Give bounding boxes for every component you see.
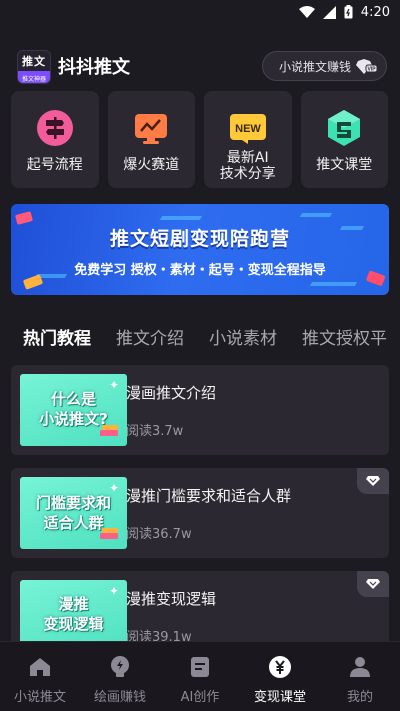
article-thumbnail: ✦ 门槛要求和 适合人群 bbox=[20, 477, 127, 549]
quick-link-account-setup[interactable]: 起号流程 bbox=[11, 91, 99, 188]
app-title: 抖抖推文 bbox=[58, 57, 130, 78]
quick-link-classroom[interactable]: 推文课堂 bbox=[300, 91, 388, 188]
nav-label: AI创作 bbox=[180, 690, 220, 705]
svg-text:NEW: NEW bbox=[235, 123, 261, 135]
quick-link-ai-tech[interactable]: NEW 最新AI 技术分享 bbox=[204, 91, 292, 188]
nav-label: 我的 bbox=[346, 690, 373, 705]
article-title: 漫推门槛要求和适合人群 bbox=[126, 487, 292, 505]
quick-link-label: 起号流程 bbox=[26, 157, 83, 173]
books-icon bbox=[99, 423, 121, 442]
content-tabs: 热门教程 推文介绍 小说素材 推文授权平 bbox=[0, 318, 400, 352]
nav-drawing-earn[interactable]: 绘画赚钱 bbox=[80, 642, 160, 711]
signal-icon bbox=[322, 5, 336, 19]
banner-title: 推文短剧变现陪跑营 bbox=[109, 228, 290, 250]
wifi-icon bbox=[298, 6, 315, 18]
status-time: 4:20 bbox=[360, 4, 390, 20]
nav-monetize-class[interactable]: 变现课堂 bbox=[240, 642, 320, 711]
home-icon bbox=[27, 654, 53, 680]
article-title: 漫推变现逻辑 bbox=[126, 590, 217, 608]
article-thumbnail: ✦ 什么是 小说推文? bbox=[20, 374, 127, 446]
thumb-text-line1: 什么是 bbox=[50, 390, 96, 408]
quick-link-label: 最新AI 技术分享 bbox=[204, 150, 292, 182]
tab-novel-material[interactable]: 小说素材 bbox=[209, 324, 277, 349]
yen-icon bbox=[267, 654, 293, 680]
thumb-text-line1: 漫推 bbox=[58, 595, 89, 613]
quick-link-label-line2: 技术分享 bbox=[219, 166, 276, 182]
logo-bottom-text: 推文神器 bbox=[18, 71, 50, 83]
battery-icon bbox=[344, 5, 353, 19]
tab-intro[interactable]: 推文介绍 bbox=[116, 324, 184, 349]
tab-license-platform[interactable]: 推文授权平 bbox=[302, 324, 387, 349]
books-icon bbox=[99, 526, 121, 545]
nav-ai-create[interactable]: AI创作 bbox=[160, 642, 240, 711]
earn-money-label: 小说推文赚钱 bbox=[279, 59, 352, 74]
classroom-hex-icon bbox=[324, 108, 364, 148]
person-icon bbox=[347, 654, 373, 680]
document-icon bbox=[187, 654, 213, 680]
banner-subtitle: 免费学习 授权・素材・起号・变现全程指导 bbox=[74, 263, 326, 278]
tab-hot-tutorials[interactable]: 热门教程 bbox=[23, 324, 91, 349]
vip-diamond-icon bbox=[357, 571, 389, 597]
logo-top-text: 推文 bbox=[22, 55, 46, 68]
app-logo: 推文 推文神器 bbox=[17, 50, 51, 84]
bottom-nav: 小说推文 绘画赚钱 AI创作 变现课堂 我的 bbox=[0, 641, 400, 711]
list-item[interactable]: ✦ 门槛要求和 适合人群 漫推门槛要求和适合人群 阅读36.7w bbox=[11, 468, 389, 558]
nav-label: 变现课堂 bbox=[253, 690, 306, 705]
quick-link-label: 推文课堂 bbox=[316, 157, 373, 173]
nav-label: 小说推文 bbox=[13, 690, 66, 705]
vip-badge-text: VIP bbox=[367, 67, 376, 73]
new-badge-icon: NEW bbox=[228, 108, 268, 148]
thumb-text-line2: 变现逻辑 bbox=[43, 615, 104, 633]
vip-diamond-icon bbox=[357, 468, 389, 494]
earn-money-button[interactable]: 小说推文赚钱 VIP bbox=[262, 51, 387, 81]
article-title: 漫画推文介绍 bbox=[126, 384, 217, 402]
quick-link-hot-track[interactable]: 爆火赛道 bbox=[107, 91, 195, 188]
quick-links: 起号流程 爆火赛道 NEW 最新AI 技术分享 推文课堂 bbox=[11, 91, 389, 188]
signpost-icon bbox=[35, 108, 75, 148]
quick-link-label: 爆火赛道 bbox=[123, 157, 180, 173]
trend-monitor-icon bbox=[131, 108, 171, 148]
app-header: 推文 推文神器 抖抖推文 小说推文赚钱 VIP bbox=[0, 44, 400, 88]
article-reads: 阅读3.7w bbox=[126, 424, 184, 439]
status-bar: 4:20 bbox=[0, 0, 400, 24]
bulb-icon bbox=[107, 654, 133, 680]
nav-novel-promo[interactable]: 小说推文 bbox=[0, 642, 80, 711]
thumb-text-line1: 门槛要求和 bbox=[35, 494, 111, 512]
nav-me[interactable]: 我的 bbox=[320, 642, 400, 711]
promo-banner[interactable]: 推文短剧变现陪跑营 免费学习 授权・素材・起号・变现全程指导 bbox=[11, 204, 389, 295]
quick-link-label-line1: 最新AI bbox=[226, 150, 269, 166]
list-item[interactable]: ✦ 什么是 小说推文? 漫画推文介绍 阅读3.7w bbox=[11, 365, 389, 455]
vip-diamond-icon: VIP bbox=[355, 58, 378, 79]
nav-label: 绘画赚钱 bbox=[93, 690, 146, 705]
article-reads: 阅读36.7w bbox=[126, 527, 192, 542]
